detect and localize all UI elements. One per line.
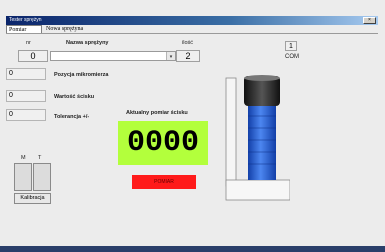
tolerance-field[interactable]: 0	[6, 109, 46, 121]
micrometer-label: Pozycja mikromierza	[54, 72, 109, 78]
nr-label: nr	[26, 40, 31, 46]
tab-pomiar[interactable]: Pomiar	[6, 25, 42, 33]
calibration-t-label: T	[38, 155, 42, 161]
micrometer-field[interactable]: 0	[6, 68, 46, 80]
spring-name-label: Nazwa sprężyny	[66, 40, 109, 46]
measurement-display: 0000	[118, 121, 208, 165]
com-label: COM	[285, 54, 299, 60]
window-titlebar: Tester sprężyn ×	[6, 16, 378, 25]
qty-field[interactable]: 2	[176, 50, 200, 62]
calibration-m-panel	[14, 163, 32, 191]
calibration-t-panel	[33, 163, 51, 191]
spring-body	[248, 104, 276, 180]
com-number-field[interactable]: 1	[285, 41, 297, 51]
measurement-label: Aktualny pomiar ścisku	[126, 110, 188, 116]
taskbar	[0, 246, 385, 252]
close-button[interactable]: ×	[363, 17, 376, 24]
calibration-button[interactable]: Kalibracja	[14, 193, 51, 204]
nr-field[interactable]: 0	[18, 50, 48, 62]
compression-field[interactable]: 0	[6, 90, 46, 102]
spring-name-select[interactable]: ▾	[50, 51, 176, 61]
main-panel: nr 0 Nazwa sprężyny ▾ ilość 2 1 COM 0 Po…	[6, 34, 378, 244]
calibration-m-label: M	[21, 155, 26, 161]
qty-label: ilość	[182, 40, 194, 46]
tab-nowa-sprezyna[interactable]: Nowa sprężyna	[44, 25, 92, 33]
measure-button[interactable]: POMIAR	[132, 175, 196, 189]
spring-tester-graphic	[225, 75, 290, 201]
compression-label: Wartość ścisku	[54, 94, 95, 100]
tolerance-label: Tolerancja +/-	[54, 114, 90, 120]
calibration-status-text	[10, 141, 54, 149]
tab-strip: Pomiar Nowa sprężyna	[6, 25, 378, 33]
window-title: Tester sprężyn	[9, 17, 42, 23]
chevron-down-icon[interactable]: ▾	[166, 52, 175, 60]
